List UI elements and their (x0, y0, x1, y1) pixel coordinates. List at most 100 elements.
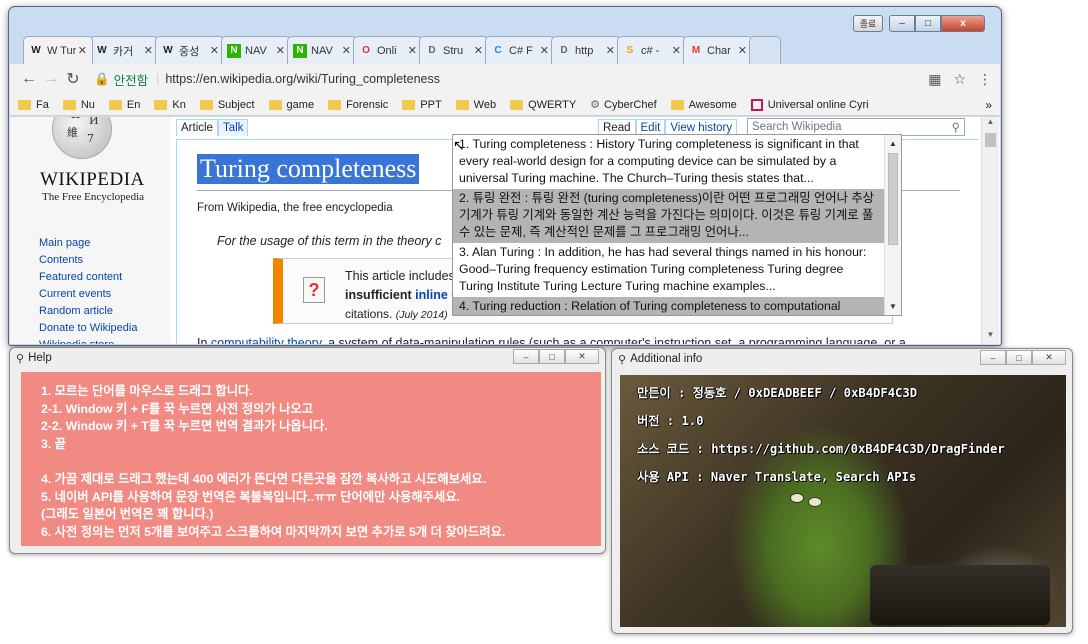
dictionary-popup[interactable]: 1. Turing completeness : History Turing … (452, 134, 902, 316)
bookmark-item[interactable]: ⚙ CyberChef (590, 98, 657, 112)
search-icon[interactable]: ⚲ (952, 120, 960, 134)
dictionary-entry[interactable]: 4. Turing reduction : Relation of Turing… (453, 297, 901, 315)
info-line: 버전 : 1.0 (637, 414, 704, 428)
bookmark-item[interactable]: Web (455, 99, 496, 111)
help-line: 2-1. Window 키 + F를 꾹 누르면 사전 정의가 나오고 (41, 401, 314, 416)
browser-tab[interactable]: D Stru ✕ (419, 36, 489, 64)
sidebar-nav-link[interactable]: Main page (39, 235, 137, 252)
url-text[interactable]: https://en.wikipedia.org/wiki/Turing_com… (165, 72, 440, 86)
tab-favicon-icon: W (31, 45, 41, 56)
maximize-button[interactable]: □ (915, 15, 941, 32)
close-button[interactable]: x (941, 15, 985, 32)
additional-info-title: Additional info (630, 353, 703, 365)
scroll-thumb[interactable] (985, 133, 996, 147)
wikipedia-globe-logo[interactable]: ΩИ維7 (52, 117, 112, 159)
tab-close-icon[interactable]: ✕ (606, 44, 615, 57)
wiki-nav: Main page Contents Featured content Current… (39, 235, 137, 344)
body-paragraph: In computability theory, a system of dat… (197, 336, 906, 344)
wikipedia-wordmark[interactable]: WIKIPEDIA (40, 169, 145, 191)
window-controls: 종료 – □ x (853, 15, 985, 32)
page-scrollbar[interactable]: ▲ ▼ (981, 117, 999, 344)
address-bar[interactable]: 🔒 안전함 | https://en.wikipedia.org/wiki/Tu… (94, 68, 918, 90)
tab-close-icon[interactable]: ✕ (738, 44, 747, 57)
minimize-button[interactable]: – (889, 15, 915, 32)
bookmark-item[interactable]: Universal online Cyri (750, 98, 869, 111)
menu-icon[interactable]: ⋮ (978, 71, 992, 88)
bookmark-item[interactable]: PPT (402, 99, 442, 111)
info-line: 소스 코드 : https://github.com/0xB4DF4C3D/Dr… (637, 442, 1005, 456)
browser-tab[interactable]: M Char ✕ (683, 36, 753, 64)
bookmark-label: Awesome (688, 98, 737, 111)
tab-close-icon[interactable]: ✕ (540, 44, 549, 57)
tab-close-icon[interactable]: ✕ (210, 44, 219, 57)
tab-label: Char (707, 44, 731, 57)
back-button[interactable]: ← (18, 70, 40, 88)
browser-tab[interactable]: W 카거 ✕ (89, 36, 159, 64)
bookmark-item[interactable]: Forensic (328, 99, 388, 111)
tab-label: W Turir (47, 44, 76, 57)
tab-close-icon[interactable]: ✕ (474, 44, 483, 57)
browser-tab[interactable]: W 중성 ✕ (155, 36, 225, 64)
bookmark-item[interactable]: Subject (199, 99, 255, 111)
bookmark-star-icon[interactable]: ☆ (953, 71, 966, 88)
sidebar-nav-link[interactable]: Wikipedia store (39, 337, 137, 344)
forward-button[interactable]: → (40, 70, 62, 88)
tab-label: 카거 (113, 45, 134, 58)
bookmark-item[interactable]: game (268, 99, 314, 111)
dictionary-scroll-thumb[interactable] (888, 153, 898, 245)
bookmark-item[interactable]: En (108, 99, 140, 111)
tab-talk[interactable]: Talk (217, 119, 249, 136)
browser-tab[interactable]: Sc# - ✕ (617, 36, 687, 64)
help-line: 2-2. Window 키 + T를 꾹 누르면 번역 결과가 나옵니다. (41, 419, 328, 434)
site-sub: From Wikipedia, the free encyclopedia (197, 202, 393, 214)
tab-close-icon[interactable]: ✕ (276, 44, 285, 57)
page-title[interactable]: Turing completeness (197, 154, 420, 184)
bookmark-label: CyberChef (604, 98, 657, 111)
translate-icon[interactable]: ▦ (928, 71, 941, 88)
dictionary-scrollbar[interactable]: ▲ ▼ (884, 135, 901, 315)
scroll-down-arrow-icon[interactable]: ▼ (982, 330, 999, 344)
tab-close-icon[interactable]: ✕ (144, 44, 153, 57)
dictionary-entry[interactable]: 3. Alan Turing : In addition, he has had… (453, 243, 901, 297)
sidebar-nav-link[interactable]: Contents (39, 252, 137, 269)
dictionary-entry[interactable]: 1. Turing completeness : History Turing … (453, 135, 901, 189)
browser-tab[interactable]: Dhttp ✕ (551, 36, 621, 64)
help-maximize-button[interactable]: □ (539, 349, 565, 364)
bookmark-item[interactable]: QWERTY (510, 99, 576, 111)
tab-close-icon[interactable]: ✕ (408, 44, 417, 57)
typewriter-shape (870, 565, 1050, 625)
info-minimize-button[interactable]: – (980, 350, 1006, 365)
browser-tab[interactable]: N NAV ✕ (287, 36, 357, 64)
browser-tab[interactable]: N NAV ✕ (221, 36, 291, 64)
bookmark-item[interactable]: Nu (62, 99, 95, 111)
ime-indicator[interactable]: 종료 (853, 15, 883, 32)
browser-tab[interactable]: O Onli ✕ (353, 36, 423, 64)
dictionary-entry[interactable]: 2. 튜링 완전 : 튜링 완전 (turing completeness)이란… (453, 189, 901, 243)
sidebar-nav-link[interactable]: Current events (39, 286, 137, 303)
help-close-button[interactable]: ✕ (565, 349, 599, 364)
reload-button[interactable]: ↻ (62, 69, 84, 89)
info-close-button[interactable]: ✕ (1032, 350, 1066, 365)
scroll-down-arrow-icon[interactable]: ▼ (885, 302, 901, 311)
scroll-up-arrow-icon[interactable]: ▲ (982, 117, 999, 131)
scroll-up-arrow-icon[interactable]: ▲ (885, 139, 901, 148)
help-line: 6. 사전 정의는 먼저 5개를 보여주고 스크롤하여 마지막까지 보면 추가로… (41, 524, 506, 539)
sidebar-nav-link[interactable]: Random article (39, 303, 137, 320)
tab-close-icon[interactable]: ✕ (672, 44, 681, 57)
browser-tab[interactable]: C C# F ✕ (485, 36, 555, 64)
bookmarks-more[interactable]: » (985, 98, 992, 112)
computability-theory-link[interactable]: computability theory (211, 336, 321, 344)
tab-article[interactable]: Article (176, 119, 218, 136)
new-tab-button[interactable] (749, 36, 781, 64)
help-minimize-button[interactable]: – (513, 349, 539, 364)
tab-close-icon[interactable]: ✕ (342, 44, 351, 57)
tab-close-icon[interactable]: ✕ (78, 44, 87, 57)
bookmark-label: Universal online Cyri (767, 98, 869, 111)
bookmark-item[interactable]: Awesome (670, 98, 737, 111)
sidebar-nav-link[interactable]: Featured content (39, 269, 137, 286)
bookmark-item[interactable]: Kn (154, 99, 186, 111)
browser-tab[interactable]: W W Turir✕ (23, 36, 93, 64)
sidebar-nav-link[interactable]: Donate to Wikipedia (39, 320, 137, 337)
bookmark-item[interactable]: Fa (18, 99, 49, 111)
info-maximize-button[interactable]: □ (1006, 350, 1032, 365)
